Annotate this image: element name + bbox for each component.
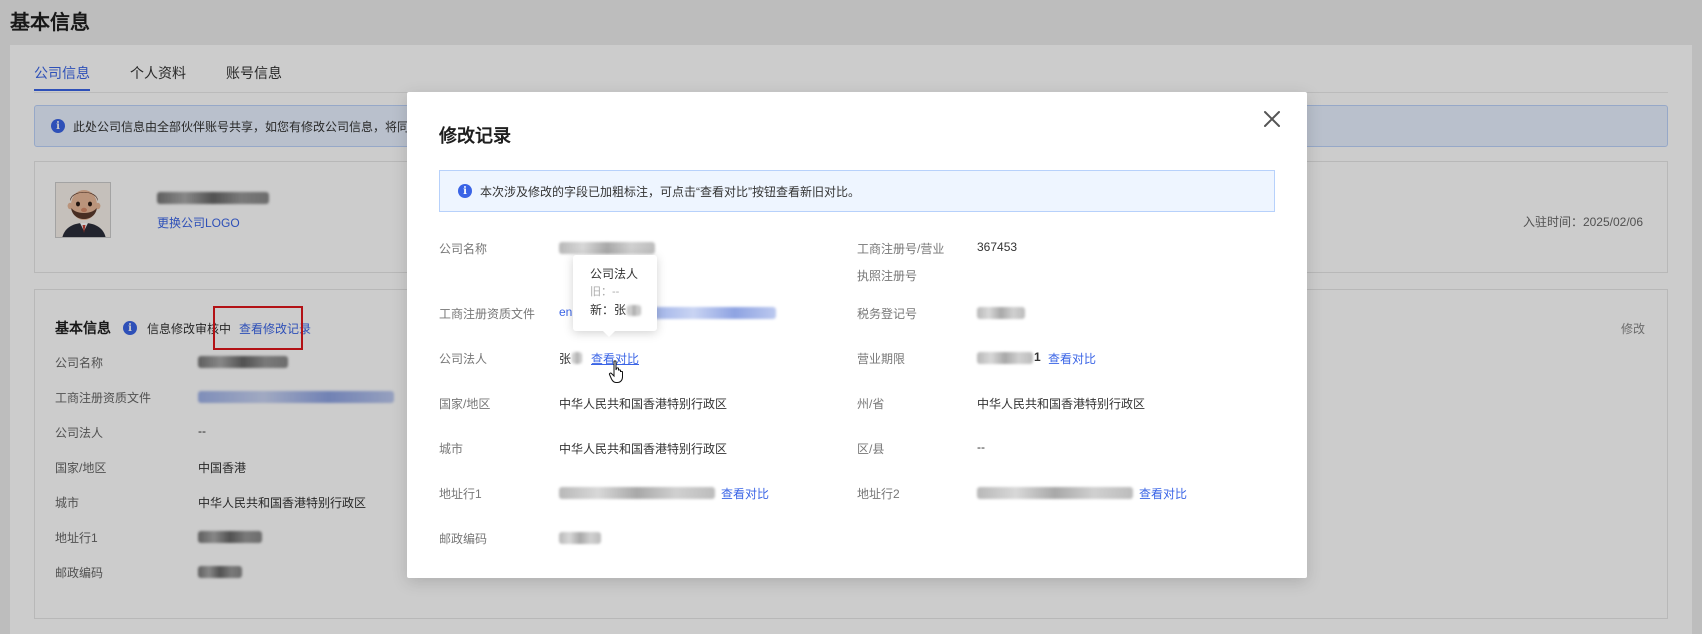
compare-tooltip: 公司法人 旧：-- 新：张	[573, 255, 657, 337]
dialog-title: 修改记录	[439, 126, 511, 146]
close-icon[interactable]	[1259, 106, 1285, 132]
label-tax-no: 税务登记号	[857, 307, 918, 321]
label-company-name: 公司名称	[439, 242, 488, 256]
compare-address1-button[interactable]: 查看对比	[721, 485, 769, 502]
value-country: 中华人民共和国香港特别行政区	[559, 397, 728, 411]
label-address2: 地址行2	[857, 487, 900, 501]
label-city: 城市	[439, 442, 464, 456]
tooltip-new-value: 新：张	[590, 301, 657, 319]
value-legal-person: 张	[559, 352, 572, 366]
label-country: 国家/地区	[439, 397, 491, 411]
label-legal-person: 公司法人	[439, 352, 488, 366]
value-company-name-redacted	[559, 242, 655, 254]
value-legal-person-redacted	[572, 352, 582, 364]
tooltip-new-text: 新：张	[590, 303, 627, 317]
modification-history-dialog: 修改记录 i 本次涉及修改的字段已加粗标注，可点击“查看对比”按钮查看新旧对比。…	[407, 92, 1307, 578]
label-reg-no-line2: 执照注册号	[857, 269, 918, 283]
info-icon: i	[458, 184, 472, 198]
value-address2-redacted	[977, 487, 1133, 499]
compare-address2-button[interactable]: 查看对比	[1139, 485, 1187, 502]
value-district: --	[977, 440, 985, 454]
value-reg-file-link[interactable]: en	[559, 305, 572, 319]
value-reg-no: 367453	[977, 240, 1018, 254]
value-address1-redacted	[559, 487, 715, 499]
label-postal: 邮政编码	[439, 532, 488, 546]
dialog-notice: i 本次涉及修改的字段已加粗标注，可点击“查看对比”按钮查看新旧对比。	[439, 170, 1275, 212]
compare-business-term-button[interactable]: 查看对比	[1048, 350, 1096, 367]
label-business-term: 营业期限	[857, 352, 906, 366]
hand-pointer-icon	[608, 360, 623, 383]
label-reg-file: 工商注册资质文件	[439, 307, 536, 321]
tooltip-old-value: 旧：--	[590, 286, 620, 298]
value-city: 中华人民共和国香港特别行政区	[559, 442, 728, 456]
value-reg-file-redacted[interactable]	[652, 307, 776, 319]
label-address1: 地址行1	[439, 487, 482, 501]
label-state: 州/省	[857, 397, 885, 411]
dialog-notice-text: 本次涉及修改的字段已加粗标注，可点击“查看对比”按钮查看新旧对比。	[480, 184, 860, 199]
value-tax-no-redacted	[977, 307, 1025, 319]
tooltip-new-redacted	[627, 305, 642, 317]
value-state: 中华人民共和国香港特别行政区	[977, 397, 1146, 411]
value-postal-redacted	[559, 532, 601, 544]
label-district: 区/县	[857, 442, 885, 456]
value-business-term-suffix: 1	[1034, 350, 1041, 364]
label-reg-no-line1: 工商注册号/营业	[857, 242, 945, 256]
tooltip-title: 公司法人	[590, 267, 639, 281]
value-business-term-redacted	[977, 352, 1033, 364]
